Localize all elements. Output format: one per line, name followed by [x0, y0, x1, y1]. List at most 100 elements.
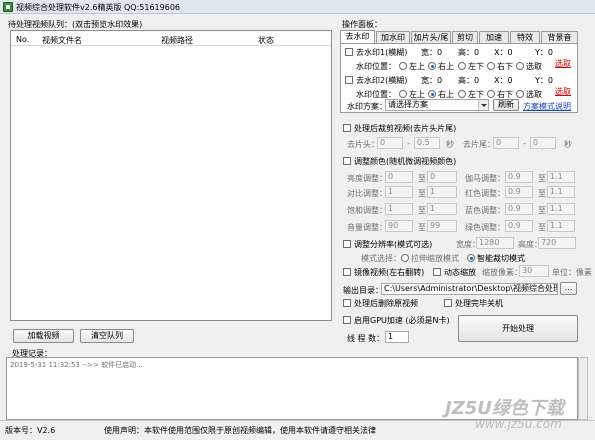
resolution-checkbox[interactable]: [343, 240, 351, 248]
green-from-input[interactable]: 0.9: [505, 220, 533, 232]
column-header-no[interactable]: No.: [16, 35, 29, 44]
brightness-label: 亮度调整：: [347, 174, 387, 183]
blue-from-input[interactable]: 0.9: [505, 203, 533, 215]
add-video-button[interactable]: 加载视频: [13, 329, 74, 343]
remove-watermark-2-label: 去水印2(模糊): [356, 76, 408, 85]
tab-speed[interactable]: 加速: [479, 31, 509, 43]
brightness-to-input[interactable]: 0: [427, 171, 457, 183]
gamma-to-input[interactable]: 1.1: [547, 171, 575, 183]
wm1-pos-bottom-left-radio[interactable]: [458, 62, 466, 70]
head-trim-start-input[interactable]: 0: [377, 137, 403, 149]
scheme-select-value: 请选择方案: [388, 100, 428, 109]
wm1-pos-bottom-left-label: 左下: [468, 62, 484, 71]
wm2-pos-top-right-radio[interactable]: [428, 90, 436, 98]
tail-trim-start-input[interactable]: 0: [493, 137, 519, 149]
blue-to-label: 至: [538, 206, 546, 215]
wm1-pick-link[interactable]: 选取: [555, 58, 571, 69]
shutdown-checkbox[interactable]: [444, 299, 452, 307]
remove-watermark-1-checkbox[interactable]: [345, 48, 353, 56]
cut-label: 处理后裁剪视频(去片头片尾): [354, 124, 457, 133]
clear-queue-button[interactable]: 清空队列: [80, 329, 134, 343]
gamma-label: 伽马调整：: [465, 174, 505, 183]
color-adjust-checkbox[interactable]: [343, 157, 351, 165]
wm2-height[interactable]: 高：0: [458, 75, 479, 86]
zoom-pixels-label: 缩放像素：: [482, 268, 522, 277]
wm1-pos-pick-label: 选取: [526, 62, 542, 71]
wm1-height[interactable]: 高：0: [458, 47, 479, 58]
resolution-label: 调整分辨率(模式可选): [354, 240, 433, 249]
browse-output-button[interactable]: ...: [560, 282, 577, 295]
brightness-from-input[interactable]: 0: [385, 171, 413, 183]
mode-smart-crop-radio[interactable]: [467, 254, 475, 262]
contrast-to-input[interactable]: 1: [427, 186, 457, 198]
log-scrollbar[interactable]: [578, 357, 588, 420]
dynamic-zoom-checkbox[interactable]: [433, 268, 441, 276]
wm2-y[interactable]: Y：0: [535, 75, 553, 86]
wm1-y[interactable]: Y：0: [535, 47, 553, 58]
tab-background-audio[interactable]: 背景音: [541, 31, 578, 43]
list-header-divider: [11, 45, 331, 46]
volume-to-input[interactable]: 99: [427, 220, 457, 232]
threads-input[interactable]: 1: [385, 331, 409, 343]
wm1-pos-bottom-right-label: 右下: [497, 62, 513, 71]
contrast-from-input[interactable]: 1: [385, 186, 413, 198]
head-trim-separator: -: [407, 139, 410, 148]
tab-add-watermark[interactable]: 加水印: [376, 31, 410, 43]
gamma-to-label: 至: [538, 174, 546, 183]
wm1-width[interactable]: 宽：0: [421, 47, 442, 58]
resolution-height-input[interactable]: 720: [538, 237, 576, 249]
wm1-pos-pick-radio[interactable]: [516, 62, 524, 70]
zoom-pixels-input[interactable]: 30: [519, 265, 549, 277]
wm2-pos-pick-radio[interactable]: [516, 90, 524, 98]
green-to-input[interactable]: 1.1: [547, 220, 575, 232]
green-label: 绿色调整：: [465, 223, 505, 232]
scheme-help-link[interactable]: 方案模式说明: [523, 101, 571, 112]
start-processing-button[interactable]: 开始处理: [458, 315, 578, 342]
threads-label: 线 程 数：: [347, 334, 385, 343]
saturation-from-input[interactable]: 1: [385, 203, 413, 215]
wm1-x[interactable]: X：0: [494, 47, 513, 58]
video-queue-list[interactable]: [10, 30, 332, 321]
refresh-button[interactable]: 刷新: [493, 99, 519, 111]
tab-effects[interactable]: 特效: [510, 31, 540, 43]
wm1-pos-bottom-right-radio[interactable]: [487, 62, 495, 70]
gpu-checkbox[interactable]: [343, 316, 351, 324]
wm1-pos-top-right-radio[interactable]: [428, 62, 436, 70]
panel-label: 操作面板：: [342, 20, 382, 29]
head-trim-end-input[interactable]: 0.5: [414, 137, 440, 149]
mode-stretch-radio[interactable]: [401, 254, 409, 262]
tab-cut[interactable]: 剪切: [452, 31, 478, 43]
tab-intro-outro[interactable]: 加片头/尾: [411, 31, 451, 43]
head-trim-label: 去片头：: [347, 140, 379, 149]
wm1-pos-top-left-radio[interactable]: [399, 62, 407, 70]
remove-watermark-1-label: 去水印1(模糊): [356, 48, 408, 57]
cut-checkbox[interactable]: [343, 124, 351, 132]
wm2-pos-top-left-radio[interactable]: [399, 90, 407, 98]
contrast-label: 对比调整：: [347, 189, 387, 198]
volume-from-input[interactable]: 90: [385, 220, 413, 232]
gpu-label: 启用GPU加速 (必须是N卡): [354, 316, 450, 325]
wm2-width[interactable]: 宽：0: [421, 75, 442, 86]
red-to-input[interactable]: 1.1: [547, 186, 575, 198]
volume-label: 音量调整：: [347, 223, 387, 232]
mirror-checkbox[interactable]: [343, 268, 351, 276]
wm2-x[interactable]: X：0: [494, 75, 513, 86]
saturation-to-input[interactable]: 1: [427, 203, 457, 215]
wm2-pos-bottom-left-radio[interactable]: [458, 90, 466, 98]
scheme-select[interactable]: 请选择方案: [385, 99, 489, 111]
tab-remove-watermark[interactable]: 去水印: [340, 30, 375, 43]
red-from-input[interactable]: 0.9: [505, 186, 533, 198]
queue-label: 待处理视频队列：(双击预览水印效果): [8, 20, 143, 29]
gamma-from-input[interactable]: 0.9: [505, 171, 533, 183]
volume-to-label: 至: [418, 223, 426, 232]
output-dir-input[interactable]: C:\Users\Administrator\Desktop\视频综合处理: [381, 283, 558, 295]
remove-watermark-2-checkbox[interactable]: [345, 76, 353, 84]
scheme-label: 水印方案：: [347, 102, 387, 111]
blue-to-input[interactable]: 1.1: [547, 203, 575, 215]
wm2-pos-bottom-right-radio[interactable]: [487, 90, 495, 98]
tail-trim-end-input[interactable]: 0: [530, 137, 556, 149]
resolution-width-input[interactable]: 1280: [476, 237, 514, 249]
delete-original-checkbox[interactable]: [343, 299, 351, 307]
wm2-pos-pick-label: 选取: [526, 90, 542, 99]
wm2-pick-link[interactable]: 选取: [555, 86, 571, 97]
